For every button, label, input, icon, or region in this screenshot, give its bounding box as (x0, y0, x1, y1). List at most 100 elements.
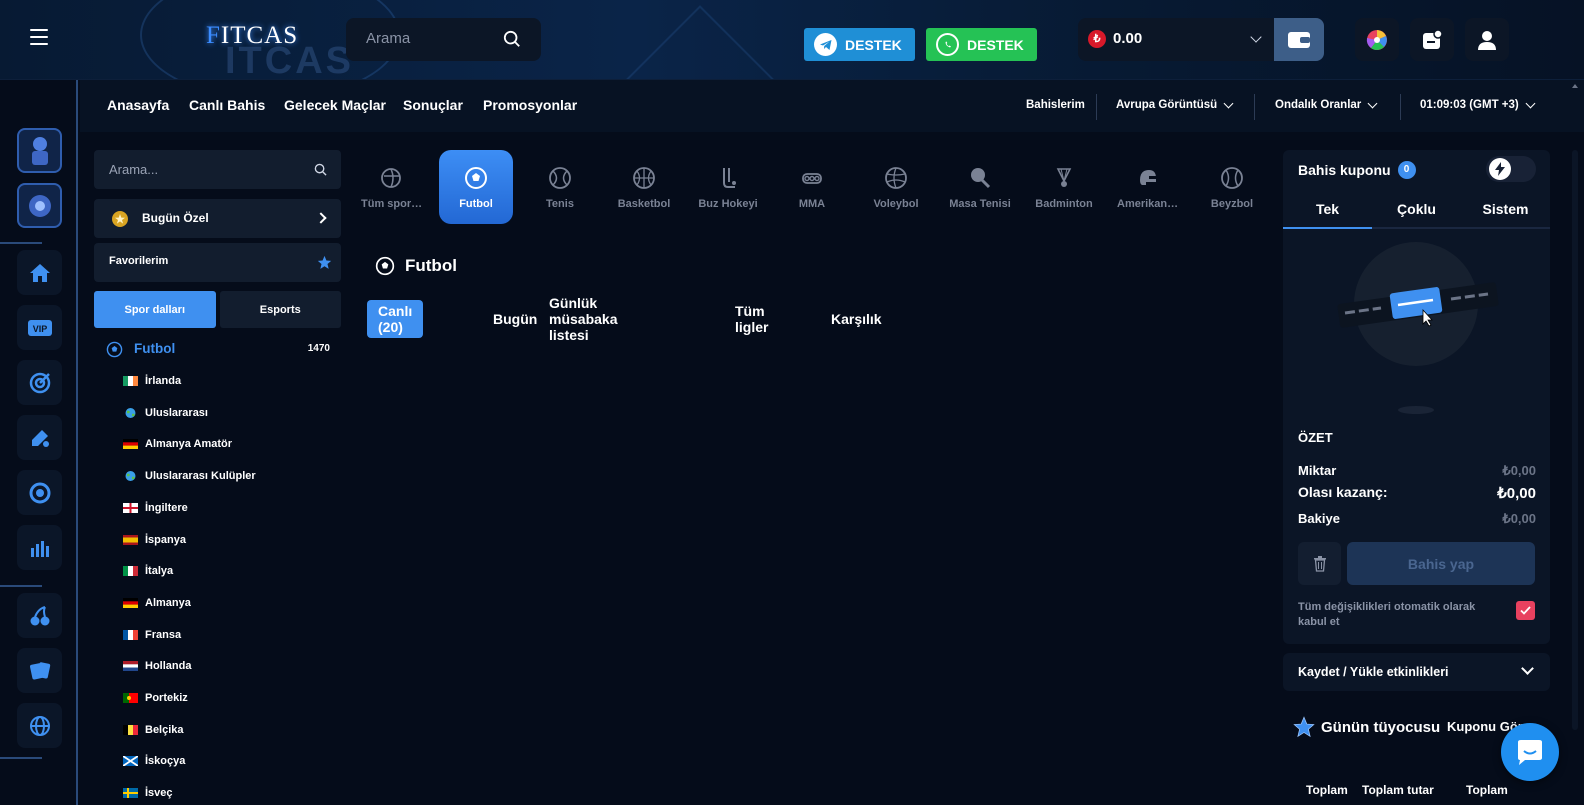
country-name: İsveç (145, 787, 173, 800)
nav-promotions[interactable]: Promosyonlar (483, 97, 577, 113)
volleyball-icon (885, 167, 907, 189)
nav-divider (1400, 94, 1401, 120)
country-name: Fransa (145, 628, 182, 641)
quick-bet-toggle[interactable] (1486, 156, 1536, 182)
rail-cards[interactable] (17, 648, 62, 693)
rail-avatar-1[interactable] (17, 128, 62, 173)
country-item[interactable]: İtalya (123, 563, 173, 579)
country-item[interactable]: Almanya (123, 595, 191, 611)
sport-tab-mma[interactable]: MMA (775, 150, 849, 224)
sports-search-input[interactable] (109, 162, 299, 177)
save-load-label: Kaydet / Yükle etkinlikleri (1298, 665, 1449, 679)
tab-esports[interactable]: Esports (219, 291, 341, 328)
wheel-button[interactable] (1355, 18, 1399, 61)
clear-betslip-button[interactable] (1298, 542, 1341, 585)
tab-system[interactable]: Sistem (1461, 190, 1550, 227)
sport-tab-ice-hockey[interactable]: Buz Hokeyi (691, 150, 765, 224)
filter-head-to-head[interactable]: Karşılık (831, 300, 882, 338)
chevron-down-icon (1525, 98, 1536, 108)
filter-live[interactable]: Canlı (20) (367, 300, 424, 338)
country-item[interactable]: Almanya Amatör (123, 436, 232, 452)
sport-tab-table-tennis[interactable]: Masa Tenisi (943, 150, 1017, 224)
rail-avatar-2[interactable] (17, 183, 62, 228)
country-item[interactable]: İspanya (123, 532, 186, 548)
nav-home[interactable]: Anasayfa (107, 97, 169, 113)
place-bet-button[interactable]: Bahis yap (1347, 542, 1535, 585)
rail-slots[interactable] (17, 593, 62, 638)
flag-icon (123, 439, 138, 450)
whatsapp-support-button[interactable]: DESTEK (926, 28, 1037, 61)
country-item[interactable]: İngiltere (123, 500, 188, 516)
telegram-support-button[interactable]: DESTEK (804, 28, 915, 61)
favorites-row[interactable]: Favorilerim (94, 243, 341, 282)
nav-results[interactable]: Sonuçlar (403, 97, 463, 113)
rail-divider (0, 585, 42, 587)
nav-upcoming[interactable]: Gelecek Maçlar (284, 97, 386, 113)
country-item[interactable]: Uluslararası Kulüpler (123, 468, 256, 484)
menu-icon[interactable] (30, 29, 48, 45)
sport-tab-baseball[interactable]: Beyzbol (1195, 150, 1269, 224)
balance-dropdown[interactable]: ₺ 0.00 (1078, 18, 1274, 61)
nav-divider (1096, 94, 1097, 120)
flag-icon (123, 661, 138, 672)
sport-tab-american-football[interactable]: Amerikan Futbolu (1111, 150, 1185, 224)
search-icon[interactable] (314, 163, 327, 176)
flag-icon (123, 693, 138, 703)
sport-tab-basketball[interactable]: Basketbol (607, 150, 681, 224)
tab-multiple[interactable]: Çoklu (1372, 190, 1461, 227)
top-search[interactable] (346, 18, 541, 61)
country-item[interactable]: İrlanda (123, 373, 181, 389)
tab-sports[interactable]: Spor dalları (94, 291, 216, 328)
country-item[interactable]: İsveç (123, 785, 173, 801)
sport-icon-strip: Tüm sporlar Futbol Tenis Basketbol Buz Hokey… (355, 150, 1270, 224)
nav-live-betting[interactable]: Canlı Bahis (189, 97, 265, 113)
tab-single[interactable]: Tek (1283, 190, 1372, 229)
rail-home[interactable] (17, 250, 62, 295)
tipster-col-total-2: Toplam (1466, 783, 1508, 797)
country-item[interactable]: Belçika (123, 722, 184, 738)
country-item[interactable]: Hollanda (123, 658, 191, 674)
left-rail: VIP (0, 80, 78, 805)
search-icon[interactable] (503, 30, 521, 48)
sport-tab-football[interactable]: Futbol (439, 150, 513, 224)
country-item[interactable]: Fransa (123, 627, 181, 643)
site-logo[interactable]: FITCAS (206, 22, 298, 50)
rail-target[interactable] (17, 360, 62, 405)
sport-tab-badminton[interactable]: Badminton (1027, 150, 1101, 224)
save-load-events[interactable]: Kaydet / Yükle etkinlikleri (1283, 653, 1550, 691)
rail-casino[interactable] (17, 470, 62, 515)
sport-tab-all-sports[interactable]: Tüm sporlar (355, 150, 429, 224)
country-item[interactable]: Portekiz (123, 690, 188, 706)
today-special-row[interactable]: Bugün Özel (94, 199, 341, 238)
page-scrollbar[interactable] (1570, 80, 1580, 800)
odds-format-selector[interactable]: Ondalık Oranlar (1275, 98, 1378, 111)
sport-football-row[interactable]: Futbol 1470 (106, 340, 336, 358)
filter-daily-list[interactable]: Günlük müsabaka listesi (549, 295, 617, 343)
live-chat-button[interactable] (1501, 723, 1559, 781)
country-name: Belçika (145, 723, 184, 736)
filter-today[interactable]: Bugün (493, 300, 537, 338)
filter-all-leagues[interactable]: Tüm ligler (735, 300, 768, 338)
country-item[interactable]: İskoçya (123, 753, 185, 769)
sports-search[interactable] (94, 150, 341, 189)
sport-tab-tennis[interactable]: Tenis (523, 150, 597, 224)
top-search-input[interactable] (366, 30, 496, 47)
sport-tab-volleyball[interactable]: Voleybol (859, 150, 933, 224)
clock-selector[interactable]: 01:09:03 (GMT +3) (1420, 98, 1536, 111)
auto-accept-checkbox[interactable] (1516, 601, 1535, 620)
flag-icon (123, 502, 138, 513)
logo-text: ITCAS (220, 22, 299, 49)
rail-vip[interactable]: VIP (17, 305, 62, 350)
my-bets-link[interactable]: Bahislerim (1026, 99, 1085, 111)
view-selector[interactable]: Avrupa Görüntüsü (1116, 98, 1234, 111)
nav-divider (1254, 94, 1255, 120)
trash-icon (1313, 556, 1326, 572)
messages-button[interactable] (1410, 18, 1454, 61)
profile-button[interactable] (1465, 18, 1509, 61)
rail-betting[interactable] (17, 415, 62, 460)
vip-icon: VIP (27, 319, 52, 336)
wallet-button[interactable] (1274, 18, 1324, 61)
rail-virtual[interactable] (17, 703, 62, 748)
rail-stats[interactable] (17, 525, 62, 570)
country-item[interactable]: Uluslararası (123, 405, 208, 421)
